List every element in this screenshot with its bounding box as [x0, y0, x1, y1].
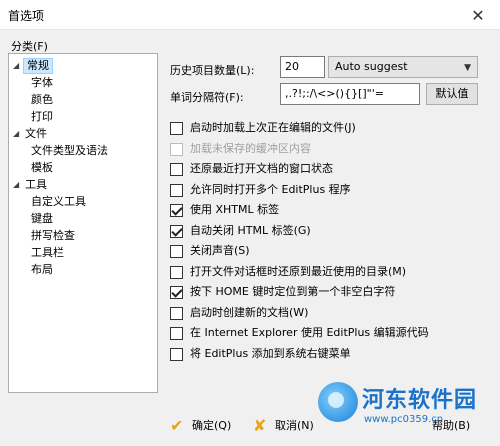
- tree-item-label: 颜色: [31, 93, 53, 106]
- history-mode-value: Auto suggest: [335, 60, 408, 73]
- close-icon[interactable]: ✕: [456, 0, 500, 30]
- word-separator-label: 单词分隔符(F):: [170, 91, 244, 104]
- category-tree[interactable]: ◢ 常规 字体 颜色 打印 ◢ 文件 文件类型及语法 模板 ◢ 工具 自定义工具 键盘 拼写检查 工具栏 布局: [8, 53, 158, 393]
- option-label: 还原最近打开文档的窗口状态: [190, 162, 333, 175]
- checkbox-icon: [170, 142, 183, 156]
- checkbox-checked-icon[interactable]: [170, 224, 183, 238]
- tree-item-label: 打印: [31, 110, 53, 123]
- checkbox-checked-icon[interactable]: [170, 204, 183, 217]
- option-label: 使用 XHTML 标签: [190, 203, 280, 216]
- chevron-down-icon: ▼: [464, 63, 471, 73]
- checkbox-icon[interactable]: [170, 265, 183, 279]
- default-button[interactable]: 默认值: [426, 83, 478, 105]
- option-label: 启动时创建新的文档(W): [190, 305, 309, 319]
- expand-arrow-icon[interactable]: ◢: [13, 177, 23, 193]
- option-label: 启动时加载上次正在编辑的文件(J): [190, 121, 356, 134]
- tree-item-label: 拼写检查: [31, 229, 75, 242]
- cross-icon: ✘: [253, 416, 267, 435]
- option-label: 允许同时打开多个 EditPlus 程序: [190, 182, 351, 196]
- tree-item-label: 模板: [31, 161, 53, 174]
- option-label: 在 Internet Explorer 使用 EditPlus 编辑源代码: [190, 326, 429, 339]
- tree-item-label: 工具: [25, 178, 47, 191]
- watermark-logo-icon: [318, 382, 358, 422]
- cancel-label: 取消(N): [275, 419, 314, 432]
- option-label: 打开文件对话框时还原到最近使用的目录(M): [190, 264, 407, 278]
- tree-item-label: 文件类型及语法: [31, 144, 108, 157]
- tree-item-label: 自定义工具: [31, 195, 86, 208]
- checkbox-icon[interactable]: [170, 122, 183, 135]
- history-label: 历史项目数量(L):: [170, 64, 255, 77]
- watermark: 河东软件园 www.pc0359.cn: [318, 380, 500, 446]
- check-icon: ✔: [170, 416, 184, 435]
- category-label: 分类(F): [11, 40, 48, 53]
- ok-label: 确定(Q): [192, 419, 232, 432]
- watermark-url: www.pc0359.cn: [364, 414, 444, 425]
- history-count-input[interactable]: 20: [280, 56, 325, 78]
- option-label: 将 EditPlus 添加到系统右键菜单: [190, 346, 351, 360]
- checkbox-checked-icon[interactable]: [170, 286, 183, 299]
- history-mode-select[interactable]: Auto suggest ▼: [328, 56, 478, 78]
- option-label: 加载未保存的缓冲区内容: [190, 141, 311, 155]
- option-label: 关闭声音(S): [190, 244, 250, 257]
- tree-item-label: 键盘: [31, 212, 53, 225]
- title-bar: 首选项 ✕: [0, 0, 500, 30]
- window-title: 首选项: [8, 9, 45, 23]
- option-label: 按下 HOME 键时定位到第一个非空白字符: [190, 285, 396, 298]
- watermark-name: 河东软件园: [362, 388, 478, 413]
- checkbox-icon[interactable]: [170, 306, 183, 320]
- checkbox-icon[interactable]: [170, 245, 183, 258]
- checkbox-icon[interactable]: [170, 347, 183, 361]
- tree-item-label: 布局: [31, 263, 53, 276]
- tree-item-label: 工具栏: [31, 246, 64, 259]
- expand-arrow-icon[interactable]: ◢: [13, 58, 23, 74]
- checkbox-icon[interactable]: [170, 327, 183, 340]
- checkbox-icon[interactable]: [170, 163, 183, 176]
- tree-item-label: 字体: [31, 76, 53, 89]
- checkbox-icon[interactable]: [170, 183, 183, 197]
- word-separator-input[interactable]: ,.?!;:/\<>(){}[]"'=: [280, 83, 420, 105]
- option-label: 自动关闭 HTML 标签(G): [190, 223, 311, 237]
- expand-arrow-icon[interactable]: ◢: [13, 126, 23, 142]
- tree-item-label: 常规: [23, 58, 53, 74]
- tree-item-label: 文件: [25, 127, 47, 140]
